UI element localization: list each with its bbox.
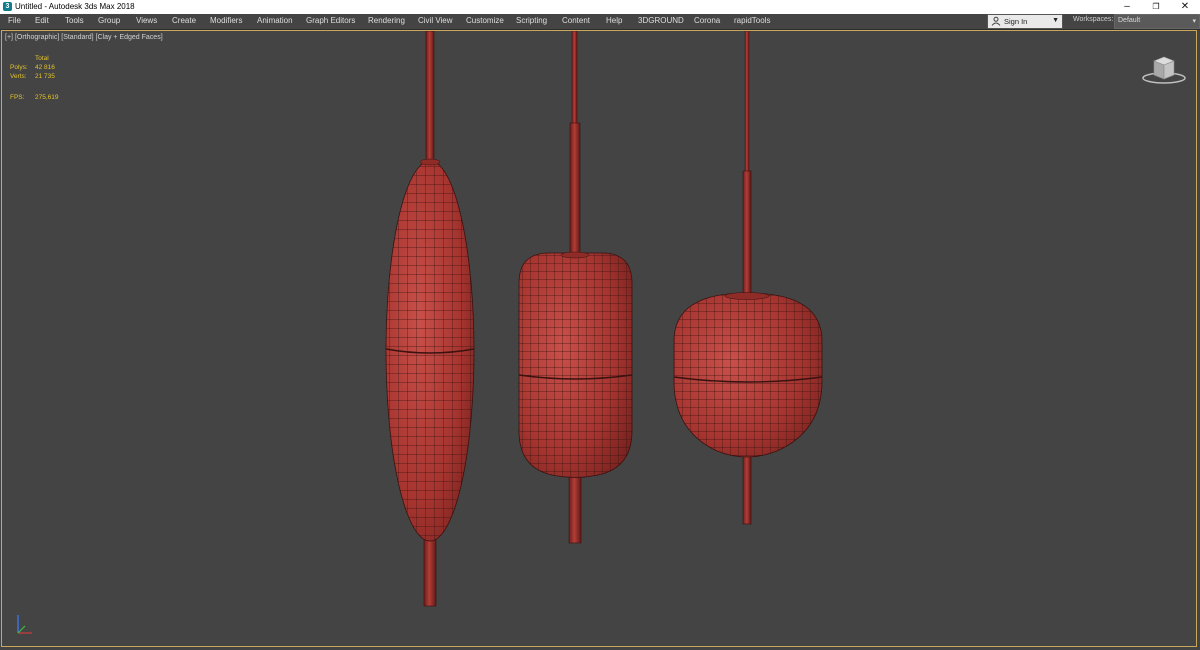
menu-rendering[interactable]: Rendering <box>368 14 405 29</box>
float-model-elongated[interactable] <box>385 31 475 607</box>
user-icon <box>991 16 1001 26</box>
close-button[interactable]: ✕ <box>1170 0 1200 14</box>
minimize-button[interactable]: – <box>1112 0 1142 14</box>
menu-animation[interactable]: Animation <box>257 14 293 29</box>
menu-tools[interactable]: Tools <box>65 14 84 29</box>
workspaces-value: Default <box>1118 17 1141 24</box>
stats-fps-label: FPS: <box>10 94 25 101</box>
stats-verts-value: 21 735 <box>35 73 55 80</box>
perspective-viewport[interactable]: [+] [Orthographic] [Standard] [Clay + Ed… <box>1 30 1197 647</box>
menu-3dground[interactable]: 3DGROUND <box>638 14 684 29</box>
stats-total-label: Total <box>35 55 49 62</box>
axis-tripod-icon <box>17 615 32 634</box>
viewport-label: [+] [Orthographic] [Standard] [Clay + Ed… <box>5 34 163 41</box>
menu-group[interactable]: Group <box>98 14 120 29</box>
menu-corona[interactable]: Corona <box>694 14 720 29</box>
maximize-button[interactable]: ❐ <box>1141 0 1171 14</box>
stats-fps-value: 275,619 <box>35 94 59 101</box>
scene-canvas[interactable] <box>2 31 1196 646</box>
viewport-shading-menu[interactable]: [Standard] <box>61 34 93 41</box>
chevron-down-icon: ▼ <box>1052 17 1059 24</box>
float-model-dome[interactable] <box>673 31 823 525</box>
title-bar: 3 Untitled - Autodesk 3ds Max 2018 – ❐ ✕ <box>0 0 1200 14</box>
menu-modifiers[interactable]: Modifiers <box>210 14 242 29</box>
menu-views[interactable]: Views <box>136 14 157 29</box>
stats-polys-label: Polys: <box>10 64 28 71</box>
menu-content[interactable]: Content <box>562 14 590 29</box>
viewport-view-menu[interactable]: [Orthographic] <box>15 34 59 41</box>
menu-rapidtools[interactable]: rapidTools <box>734 14 770 29</box>
stats-polys-value: 42 816 <box>35 64 55 71</box>
menu-scripting[interactable]: Scripting <box>516 14 547 29</box>
menu-customize[interactable]: Customize <box>466 14 504 29</box>
menu-help[interactable]: Help <box>606 14 622 29</box>
float-model-capsule[interactable] <box>518 31 633 544</box>
menu-bar: File Edit Tools Group Views Create Modif… <box>0 14 1200 30</box>
menu-file[interactable]: File <box>8 14 21 29</box>
menu-graph-editors[interactable]: Graph Editors <box>306 14 355 29</box>
workspaces-label: Workspaces: <box>1073 16 1114 23</box>
sign-in-label: Sign In <box>1004 17 1028 26</box>
viewcube-icon[interactable] <box>1140 51 1188 89</box>
workspaces-select[interactable]: Default ▾ <box>1114 14 1200 29</box>
app-logo-icon: 3 <box>3 2 12 11</box>
sign-in-dropdown[interactable]: Sign In ▼ <box>987 14 1063 29</box>
menu-edit[interactable]: Edit <box>35 14 49 29</box>
chevron-down-icon: ▾ <box>1192 18 1196 25</box>
window-title: Untitled - Autodesk 3ds Max 2018 <box>15 2 135 11</box>
menu-create[interactable]: Create <box>172 14 196 29</box>
stats-verts-label: Verts: <box>10 73 27 80</box>
viewport-style-menu[interactable]: [Clay + Edged Faces] <box>96 34 163 41</box>
menu-civil-view[interactable]: Civil View <box>418 14 453 29</box>
viewport-menu-button[interactable]: [+] <box>5 34 13 41</box>
